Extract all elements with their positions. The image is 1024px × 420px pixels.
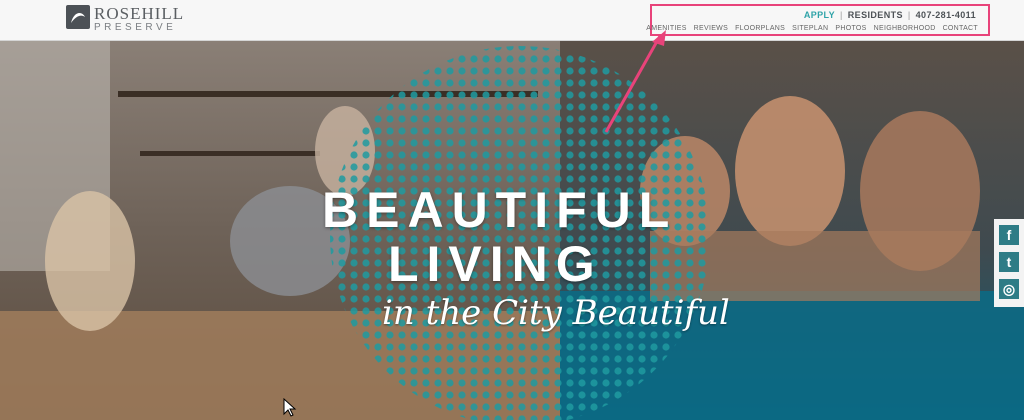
twitter-icon[interactable]: t xyxy=(999,252,1019,272)
separator: | xyxy=(840,10,843,20)
utility-nav: APPLY | RESIDENTS | 407-281-4011 xyxy=(804,10,976,20)
main-nav: AMENITIES REVIEWS FLOORPLANS SITEPLAN PHOTOS… xyxy=(639,25,978,32)
logo-mark-icon xyxy=(66,5,90,29)
nav-reviews[interactable]: REVIEWS xyxy=(694,25,728,32)
brand-name: ROSEHILL xyxy=(94,4,185,23)
headline-line-2: LIVING xyxy=(388,236,603,292)
nav-floorplans[interactable]: FLOORPLANS xyxy=(735,25,785,32)
instagram-icon[interactable]: ◎ xyxy=(999,279,1019,299)
separator: | xyxy=(907,10,911,20)
site-header: ROSEHILL PRESERVE APPLY | RESIDENTS | 407-28… xyxy=(0,0,1024,41)
annotation-arrow-icon xyxy=(604,30,666,133)
nav-photos[interactable]: PHOTOS xyxy=(835,25,866,32)
hero-banner: BEAUTIFUL LIVING in the City Beautiful f… xyxy=(0,41,1024,420)
nav-contact[interactable]: CONTACT xyxy=(943,25,978,32)
mouse-cursor-icon xyxy=(283,398,297,417)
residents-link[interactable]: RESIDENTS xyxy=(848,10,903,20)
headline-line-1: BEAUTIFUL xyxy=(322,182,678,238)
brand-subtitle: PRESERVE xyxy=(94,22,177,33)
facebook-icon[interactable]: f xyxy=(999,225,1019,245)
headline-script: in the City Beautiful xyxy=(382,293,730,333)
nav-siteplan[interactable]: SITEPLAN xyxy=(792,25,828,32)
phone-link[interactable]: 407-281-4011 xyxy=(916,10,976,20)
nav-neighborhood[interactable]: NEIGHBORHOOD xyxy=(874,25,936,32)
site-logo[interactable]: ROSEHILL PRESERVE xyxy=(66,4,196,35)
social-sidebar: f t ◎ xyxy=(994,219,1024,307)
apply-link[interactable]: APPLY xyxy=(804,10,835,20)
nav-highlight-box: APPLY | RESIDENTS | 407-281-4011 AMENITIES RE… xyxy=(646,4,990,36)
